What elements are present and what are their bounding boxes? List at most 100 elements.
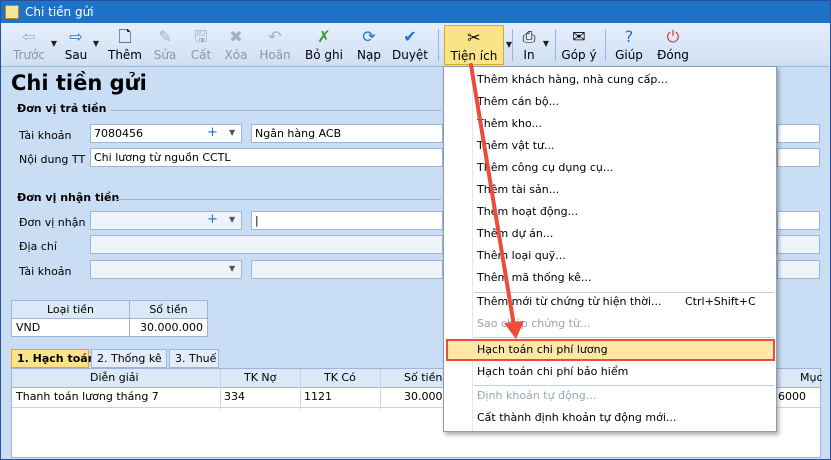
payee-name-input[interactable]: |: [251, 211, 443, 230]
toolbar-separator: [555, 29, 556, 61]
chevron-down-icon[interactable]: ▼: [229, 124, 235, 141]
item-cell[interactable]: 6000: [778, 388, 806, 406]
payment-content-input[interactable]: Chi lương từ nguồn CCTL: [90, 148, 443, 167]
feedback-button[interactable]: ✉ Góp ý: [561, 25, 597, 65]
delete-button[interactable]: ✖ Xóa: [220, 25, 252, 65]
debit-cell[interactable]: 334: [224, 388, 245, 406]
menu-item-salary-cost[interactable]: Hạch toán chi phí lương: [477, 340, 608, 360]
save-icon: 🖫: [194, 27, 208, 46]
close-button[interactable]: ⏻ Đóng: [655, 25, 691, 65]
amount-header: Số tiền: [404, 371, 443, 384]
payee-bank-input-tail[interactable]: [777, 260, 820, 279]
desc-cell[interactable]: Thanh toán lương tháng 7: [16, 388, 159, 406]
menu-item-add-customer[interactable]: Thêm khách hàng, nhà cung cấp...: [477, 70, 668, 90]
amount-header: Số tiền: [129, 300, 208, 319]
section-divider: [111, 110, 441, 111]
plus-icon[interactable]: +: [207, 124, 218, 141]
bank-name-input[interactable]: Ngân hàng ACB: [251, 124, 443, 143]
desc-header: Diễn giải: [90, 371, 139, 384]
menu-item-add-warehouse[interactable]: Thêm kho...: [477, 114, 542, 134]
page-title: Chi tiền gửi: [11, 71, 147, 95]
edit-button[interactable]: ✎ Sửa: [149, 25, 181, 65]
payee-section-title: Đơn vị nhận tiền: [17, 191, 120, 204]
new-document-icon: 🗋: [118, 27, 132, 46]
menu-icon-column: [472, 67, 473, 431]
check-icon: ✔: [403, 27, 417, 46]
payee-unit-input[interactable]: [90, 211, 242, 230]
payer-account-input[interactable]: 7080456: [90, 124, 242, 143]
tools-icon: ✂: [467, 28, 481, 47]
feedback-icon: ✉: [572, 27, 586, 46]
menu-item-add-material[interactable]: Thêm vật tư...: [477, 136, 555, 156]
amount-cell[interactable]: 30.000.000: [129, 318, 208, 337]
utilities-button[interactable]: ✂ Tiện ích ▼: [444, 25, 512, 65]
menu-item-add-activity[interactable]: Thêm hoạt động...: [477, 202, 578, 222]
toolbar-separator: [438, 29, 439, 61]
arrow-right-icon: ⇨: [69, 27, 83, 46]
refresh-icon: ⟳: [362, 27, 376, 46]
menu-item-add-asset[interactable]: Thêm tài sản...: [477, 180, 559, 200]
payee-name-input-tail[interactable]: [777, 211, 820, 230]
chevron-down-icon[interactable]: ▼: [229, 211, 235, 228]
postpone-button[interactable]: ↶ Hoãn: [257, 25, 293, 65]
toolbar: ⇦ Trước ▼ ⇨ Sau ▼ 🗋 Thêm ✎ Sửa 🖫 Cất ✖ X…: [1, 23, 830, 67]
printer-icon: ⎙: [522, 27, 536, 46]
payee-address-label: Địa chỉ: [19, 240, 57, 253]
menu-item-add-project[interactable]: Thêm dự án...: [477, 224, 553, 244]
tab-statistics[interactable]: 2. Thống kê: [91, 349, 167, 368]
payment-content-input-tail[interactable]: [777, 148, 820, 167]
payee-account-input[interactable]: [90, 260, 242, 279]
bank-name-input-tail[interactable]: [777, 124, 820, 143]
dropdown-caret-icon[interactable]: ▼: [51, 39, 57, 48]
reload-button[interactable]: ⟳ Nạp: [353, 25, 385, 65]
grid-column-divider: [300, 369, 301, 409]
unpost-button[interactable]: ✗ Bỏ ghi: [303, 25, 345, 65]
menu-item-add-tool[interactable]: Thêm công cụ dụng cụ...: [477, 158, 613, 178]
currency-table: Loại tiền Số tiền VND 30.000.000: [11, 300, 208, 337]
edit-icon: ✎: [158, 27, 172, 46]
help-icon: ?: [624, 27, 634, 46]
dropdown-caret-icon[interactable]: ▼: [93, 39, 99, 48]
menu-separator: [474, 337, 774, 338]
menu-item-add-fund-type[interactable]: Thêm loại quỹ...: [477, 246, 566, 266]
approve-button[interactable]: ✔ Duyệt: [391, 25, 429, 65]
credit-cell[interactable]: 1121: [304, 388, 332, 406]
plus-icon[interactable]: +: [207, 211, 218, 228]
menu-item-save-auto-entry[interactable]: Cất thành định khoản tự động mới...: [477, 408, 676, 428]
payee-address-input[interactable]: [90, 235, 443, 254]
menu-item-auto-entry[interactable]: Định khoản tự động...: [477, 386, 596, 406]
menu-item-add-staff[interactable]: Thêm cán bộ...: [477, 92, 559, 112]
menu-item-add-stat-code[interactable]: Thêm mã thống kê...: [477, 268, 591, 288]
payee-address-input-tail[interactable]: [777, 235, 820, 254]
tab-tax[interactable]: 3. Thuế: [169, 349, 219, 368]
next-button[interactable]: ⇨ Sau ▼: [61, 25, 99, 65]
debit-header: TK Nợ: [244, 371, 277, 384]
grid-column-divider: [380, 369, 381, 409]
dropdown-caret-icon[interactable]: ▼: [543, 39, 549, 48]
chevron-down-icon[interactable]: ▼: [229, 260, 235, 277]
add-button[interactable]: 🗋 Thêm: [105, 25, 145, 65]
currency-type-cell[interactable]: VND: [11, 318, 130, 337]
arrow-left-icon: ⇦: [22, 27, 36, 46]
section-divider: [115, 199, 441, 200]
save-button[interactable]: 🖫 Cất: [186, 25, 216, 65]
payee-account-label: Tài khoản: [19, 265, 72, 278]
menu-item-insurance-cost[interactable]: Hạch toán chi phí bảo hiểm: [477, 362, 628, 382]
menu-item-copy-document[interactable]: Sao chép chứng từ...: [477, 314, 590, 334]
utilities-menu: Thêm khách hàng, nhà cung cấp... Thêm cá…: [443, 66, 777, 432]
prev-button[interactable]: ⇦ Trước ▼: [9, 25, 57, 65]
menu-item-new-from-current[interactable]: Thêm mới từ chứng từ hiện thời... Ctrl+S…: [477, 292, 756, 312]
window-title: Chi tiền gửi: [25, 5, 94, 19]
shortcut-text: Ctrl+Shift+C: [685, 295, 756, 308]
print-button[interactable]: ⎙ In ▼: [517, 25, 549, 65]
help-button[interactable]: ? Giúp: [613, 25, 645, 65]
toolbar-separator: [605, 29, 606, 61]
payment-content-label: Nội dung TT: [19, 153, 86, 166]
power-icon: ⏻: [666, 27, 680, 46]
title-bar: Chi tiền gửi: [1, 1, 830, 23]
credit-header: TK Có: [324, 371, 356, 384]
payee-bank-input[interactable]: [251, 260, 443, 279]
unpost-icon: ✗: [317, 27, 331, 46]
payer-account-label: Tài khoản: [19, 129, 72, 142]
tab-accounting[interactable]: 1. Hạch toán: [11, 349, 96, 368]
